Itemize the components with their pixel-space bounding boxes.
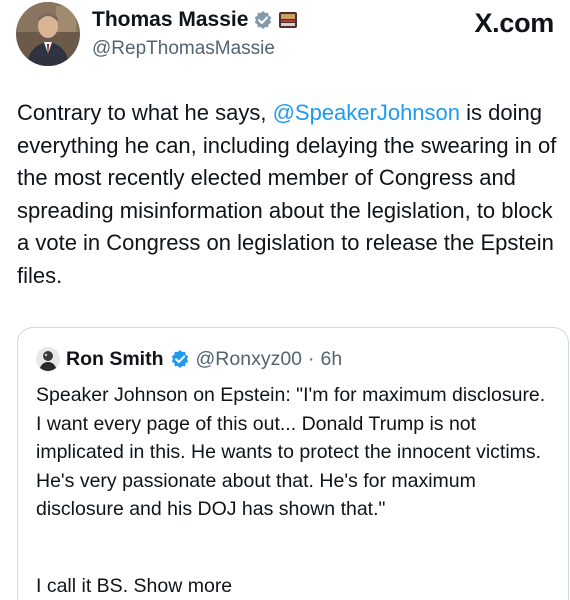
author-display-name[interactable]: Thomas Massie [92,8,248,32]
mention-link[interactable]: @SpeakerJohnson [273,100,460,125]
government-verified-badge-icon[interactable] [253,10,273,30]
quoted-tweet-card[interactable]: Ron Smith @Ronxyz00 · 6h Speaker Johnson… [17,327,569,600]
author-name-block: Thomas Massie @RepThomasMassie [92,8,298,60]
tweet-body: Contrary to what he says, @SpeakerJohnso… [17,97,563,292]
flag-emoji-icon [279,12,298,28]
tweet-text-start: Contrary to what he says, [17,100,273,125]
quoted-author-handle[interactable]: @Ronxyz00 [196,348,303,371]
verified-check-icon [171,350,188,368]
tweet-header: Thomas Massie @RepThomasMassie X.com [16,2,558,72]
quoted-tweet-text: Speaker Johnson on Epstein: "I'm for max… [36,384,546,521]
quoted-author-avatar[interactable] [36,347,60,371]
author-handle[interactable]: @RepThomasMassie [92,38,298,60]
author-avatar[interactable] [16,2,80,66]
separator-dot: · [308,347,315,370]
avatar-man-suit-icon [16,2,80,66]
quoted-tweet-extra-text: I call it BS. Show more [36,575,233,597]
quoted-tweet-header: Ron Smith @Ronxyz00 · 6h [36,346,342,372]
author-name-row: Thomas Massie [92,8,298,32]
quoted-author-name[interactable]: Ron Smith [66,348,164,371]
quoted-tweet-timestamp[interactable]: 6h [321,348,343,371]
avatar-portrait-icon [36,347,60,371]
tweet-text-end: is doing everything he can, including de… [17,100,557,288]
x-brand-logo: X.com [474,8,554,38]
tweet-page: Thomas Massie @RepThomasMassie X.com Con… [0,0,570,600]
